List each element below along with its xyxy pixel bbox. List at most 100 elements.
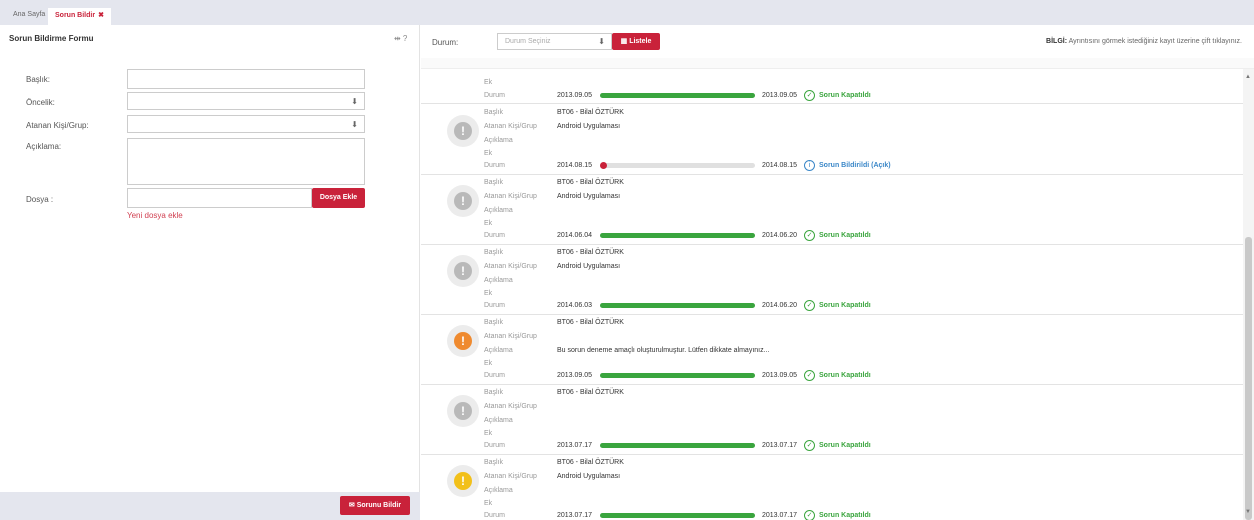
start-date: 2014.06.04	[557, 232, 593, 239]
check-circle-icon: ✓	[804, 510, 815, 520]
progress-bar	[600, 303, 755, 308]
submit-label: Sorunu Bildir	[356, 502, 402, 509]
item-assignee: Android Uygulaması	[557, 263, 621, 270]
progress-bar	[600, 93, 755, 98]
progress-fill	[600, 233, 755, 238]
baslik-field-label: Başlık	[484, 249, 504, 256]
ek-field-label: Ek	[484, 150, 493, 157]
end-date: 2014.06.20	[762, 302, 798, 309]
aciklama-field-label: Açıklama	[484, 487, 513, 494]
item-assignee: Android Uygulaması	[557, 473, 621, 480]
end-date: 2013.09.05	[762, 372, 798, 379]
baslik-field-label: Başlık	[484, 179, 504, 186]
list-item[interactable]: ! Başlık BT06 - Bilal ÖZTÜRK Atanan Kişi/Gr…	[421, 175, 1243, 245]
item-title: BT06 - Bilal ÖZTÜRK	[557, 109, 624, 116]
list-item[interactable]: ! Başlık BT06 - Bilal ÖZTÜRK Atanan Kişi/Gr…	[421, 315, 1243, 385]
list-header-gap	[421, 58, 1254, 69]
aciklama-field-label: Açıklama	[484, 137, 513, 144]
durum-field-label: Durum	[484, 92, 506, 99]
progress-bar	[600, 443, 755, 448]
atanan-field-label: Atanan Kişi/Grup	[484, 263, 537, 270]
durum-placeholder: Durum Seçiniz	[505, 38, 551, 45]
status-text: Sorun Kapatıldı	[819, 232, 871, 239]
scrollbar-thumb[interactable]	[1245, 237, 1252, 520]
atanan-select[interactable]: ⬇	[127, 115, 365, 133]
aciklama-field-label: Açıklama	[484, 207, 513, 214]
atanan-field-label: Atanan Kişi/Grup	[484, 473, 537, 480]
exclamation-icon: !	[454, 122, 472, 140]
progress-bar	[600, 162, 755, 169]
aciklama-field-label: Açıklama	[484, 417, 513, 424]
listele-button[interactable]: ▦ Listele	[612, 33, 660, 50]
durum-field-label: Durum	[484, 232, 506, 239]
baslik-field-label: Başlık	[484, 109, 504, 116]
new-file-link[interactable]: Yeni dosya ekle	[127, 211, 183, 220]
info-message: Ayrıntısını görmek istediğiniz kayıt üze…	[1068, 38, 1242, 45]
chevron-down-icon: ⬇	[598, 37, 605, 46]
aciklama-field-label: Açıklama	[484, 277, 513, 284]
scrollbar[interactable]: ▲ ▼	[1243, 69, 1254, 520]
aciklama-textarea[interactable]	[127, 138, 365, 185]
ek-field-label: Ek	[484, 430, 493, 437]
baslik-field-label: Başlık	[484, 389, 504, 396]
status-text: Sorun Kapatıldı	[819, 302, 871, 309]
durum-field-label: Durum	[484, 442, 506, 449]
tab-sorun-bildir[interactable]: Sorun Bildir ✖	[48, 8, 111, 25]
end-date: 2013.09.05	[762, 92, 798, 99]
progress-fill	[600, 373, 755, 378]
item-title: BT06 - Bilal ÖZTÜRK	[557, 389, 624, 396]
form-title: Sorun Bildirme Formu	[9, 34, 94, 43]
avatar: !	[447, 185, 479, 217]
issue-list-panel: Durum: Durum Seçiniz ⬇ ▦ Listele BİLGİ: …	[421, 25, 1254, 520]
item-title: BT06 - Bilal ÖZTÜRK	[557, 249, 624, 256]
progress-fill	[600, 443, 755, 448]
durum-select[interactable]: Durum Seçiniz ⬇	[497, 33, 612, 50]
oncelik-label: Öncelik:	[26, 98, 55, 107]
list-item[interactable]: ! Başlık BT06 - Bilal ÖZTÜRK Atanan Kişi/Gr…	[421, 455, 1243, 520]
dosya-label: Dosya :	[26, 195, 54, 204]
start-date: 2014.06.03	[557, 302, 593, 309]
progress-bar	[600, 233, 755, 238]
end-date: 2013.07.17	[762, 442, 798, 449]
scroll-down-icon[interactable]: ▼	[1245, 509, 1251, 515]
oncelik-select[interactable]: ⬇	[127, 92, 365, 110]
progress-fill	[600, 513, 755, 518]
info-text: BİLGİ: Ayrıntısını görmek istediğiniz ka…	[1046, 38, 1242, 45]
baslik-field-label: Başlık	[484, 319, 504, 326]
durum-field-label: Durum	[484, 372, 506, 379]
report-form-panel: Sorun Bildirme Formu ⇹ ? Başlık: Öncelik…	[0, 25, 420, 520]
avatar: !	[447, 465, 479, 497]
form-footer: ✉ Sorunu Bildir	[0, 492, 420, 520]
list-item[interactable]: ! Başlık BT06 - Bilal ÖZTÜRK Atanan Kişi/Gr…	[421, 245, 1243, 315]
dosya-input[interactable]	[127, 188, 312, 208]
durum-field-label: Durum	[484, 162, 506, 169]
info-circle-icon: i	[804, 160, 815, 171]
submit-button[interactable]: ✉ Sorunu Bildir	[340, 496, 410, 515]
atanan-field-label: Atanan Kişi/Grup	[484, 403, 537, 410]
baslik-input[interactable]	[127, 69, 365, 89]
tab-bar: Ana Sayfa Sorun Bildir ✖	[0, 0, 1254, 25]
end-date: 2013.07.17	[762, 512, 798, 519]
progress-dot	[600, 162, 607, 169]
listele-label: Listele	[629, 38, 652, 45]
ek-field-label: Ek	[484, 220, 493, 227]
check-circle-icon: ✓	[804, 230, 815, 241]
tab-home[interactable]: Ana Sayfa	[6, 8, 52, 25]
scroll-up-icon[interactable]: ▲	[1245, 74, 1251, 80]
ek-label: Ek	[484, 79, 493, 86]
list-item[interactable]: ! Başlık BT06 - Bilal ÖZTÜRK Atanan Kişi/Gr…	[421, 385, 1243, 455]
status-text: Sorun Kapatıldı	[819, 92, 871, 99]
tab-sorun-bildir-label: Sorun Bildir	[55, 12, 96, 19]
list-item[interactable]: Ek Durum 2013.09.05 2013.09.05 ✓ Sorun K…	[421, 69, 1243, 104]
close-icon[interactable]: ✖	[98, 12, 104, 19]
help-icon[interactable]: ⇹ ?	[394, 34, 407, 43]
start-date: 2013.07.17	[557, 512, 593, 519]
item-title: BT06 - Bilal ÖZTÜRK	[557, 319, 624, 326]
dosya-ekle-button[interactable]: Dosya Ekle	[312, 188, 365, 208]
progress-fill	[600, 93, 755, 98]
chevron-down-icon: ⬇	[351, 120, 358, 129]
status-text: Sorun Bildirildi (Açık)	[819, 162, 891, 169]
list-item[interactable]: ! Başlık BT06 - Bilal ÖZTÜRK Atanan Kişi/Gr…	[421, 105, 1243, 175]
status-text: Sorun Kapatıldı	[819, 512, 871, 519]
progress-bar	[600, 513, 755, 518]
